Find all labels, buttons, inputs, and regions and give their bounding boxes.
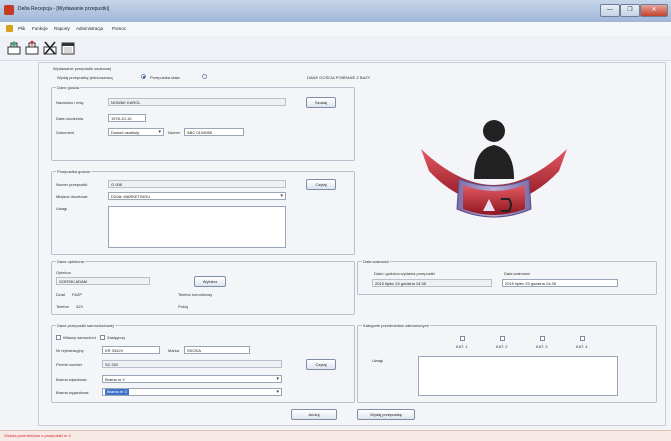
validity-group: Data ważności Data i godzina wydania prz… bbox=[357, 259, 657, 295]
phone-value: 423 bbox=[76, 304, 83, 309]
search-button[interactable]: Szukaj bbox=[306, 97, 336, 108]
menu-raporty[interactable]: Raporty bbox=[54, 26, 70, 31]
host-group-title: Dane opiekuna bbox=[56, 259, 85, 264]
one-time-pass-label: Wydaj przepustkę jednorazową bbox=[57, 75, 113, 80]
dob-field[interactable]: 1976-10-15 bbox=[108, 114, 146, 122]
own-car-checkbox[interactable] bbox=[56, 335, 61, 340]
maximize-button[interactable]: ❐ bbox=[620, 4, 640, 17]
expiry-datetime-field[interactable]: 2015 lipiec 25 godzina 14:35 bbox=[502, 279, 618, 287]
kat2-checkbox[interactable] bbox=[500, 336, 505, 341]
read-pass-button[interactable]: Czytaj bbox=[306, 179, 336, 190]
kat3-label: KAT. 3 bbox=[536, 344, 548, 349]
issue-pass-panel: Wydawanie przepustki osobowej Wydaj prze… bbox=[38, 62, 666, 426]
doc-number-label: Numer bbox=[168, 130, 181, 135]
name-field[interactable]: NOWAK KAROL bbox=[108, 98, 286, 106]
app-menu-icon[interactable] bbox=[6, 25, 13, 32]
doc-number-field[interactable]: ABC 0104065 bbox=[184, 128, 244, 136]
gate-out-selected-value: Brama nr 3 bbox=[105, 389, 129, 395]
status-message: Gościa przeniesiono z przepustki nr 4 bbox=[4, 433, 71, 438]
pass-number-label: Numer przepustki bbox=[56, 182, 88, 187]
categories-notes-textarea[interactable] bbox=[418, 356, 618, 396]
permanent-pass-label: Przepustka stała bbox=[150, 75, 180, 80]
destination-select[interactable]: DZIAŁ MARKETINGU bbox=[108, 192, 286, 200]
status-bar: Gościa przeniesiono z przepustki nr 4 bbox=[0, 430, 671, 441]
menu-bar: Plik Funkcje Raporty Administracja Pomoc bbox=[0, 22, 671, 37]
reg-number-label: Nr rejestracyjny bbox=[56, 348, 84, 353]
app-window: Delta Recepcja - [Wydawanie przepustki] … bbox=[0, 0, 671, 441]
kat4-checkbox[interactable] bbox=[580, 336, 585, 341]
db-note: DANE GOŚCIA POBRANE Z BAZY bbox=[307, 75, 371, 80]
validity-group-title: Data ważności bbox=[362, 259, 391, 264]
toolbar bbox=[0, 36, 671, 61]
destination-label: Miejsce docelowe bbox=[56, 194, 88, 199]
kat1-checkbox[interactable] bbox=[460, 336, 465, 341]
issue-datetime-field[interactable]: 2015 lipiec 24 godzina 14:35 bbox=[372, 279, 492, 287]
vehicle-pass-group: Dane przepustki samochodowej Własny samo… bbox=[51, 323, 355, 403]
guest-pass-group: Przepustka gościa Numer przepustki G 008… bbox=[51, 169, 355, 255]
replacement-car-checkbox[interactable] bbox=[100, 335, 105, 340]
guest-group-title: Dane gościa bbox=[56, 85, 81, 90]
own-car-label: Własny samochód bbox=[63, 335, 96, 340]
title-bar: Delta Recepcja - [Wydawanie przepustki] … bbox=[0, 0, 671, 23]
kat2-label: KAT. 2 bbox=[496, 344, 508, 349]
cancel-button[interactable]: Anuluj bbox=[291, 409, 337, 420]
section-title: Wydawanie przepustki osobowej bbox=[53, 66, 111, 71]
menu-pomoc[interactable]: Pomoc bbox=[112, 26, 126, 31]
window-title: Delta Recepcja - [Wydawanie przepustki] bbox=[18, 6, 110, 12]
categories-group: Kategorie przedmiotów zabronionych KAT. … bbox=[357, 323, 657, 403]
document-select[interactable]: Dowód osobisty bbox=[108, 128, 164, 136]
pass-group-title: Przepustka gościa bbox=[56, 169, 91, 174]
pass-notes-textarea[interactable] bbox=[108, 206, 286, 248]
room-label: Pokój bbox=[178, 304, 189, 309]
permanent-pass-radio[interactable] bbox=[202, 74, 207, 79]
dob-label: Data urodzenia bbox=[56, 116, 84, 121]
gate-out-select[interactable]: Brama nr 3 bbox=[102, 388, 282, 396]
close-button[interactable]: ✕ bbox=[640, 4, 668, 17]
carer-field[interactable]: GORSKI ADAM bbox=[56, 277, 150, 285]
kat4-label: KAT. 4 bbox=[576, 344, 588, 349]
host-data-group: Dane opiekuna Opiekun GORSKI ADAM Wybier… bbox=[51, 259, 355, 315]
sign-out-icon[interactable] bbox=[24, 40, 40, 56]
calendar-icon[interactable] bbox=[60, 40, 76, 56]
menu-administracja[interactable]: Administracja bbox=[76, 26, 103, 31]
gate-out-label: Brama wyjazdowa bbox=[56, 390, 89, 395]
one-time-pass-radio[interactable] bbox=[141, 74, 146, 79]
gate-in-select[interactable]: Brama nr 2 bbox=[102, 375, 282, 383]
expiry-label: Data ważności bbox=[504, 271, 531, 276]
vehicle-group-title: Dane przepustki samochodowej bbox=[56, 323, 115, 328]
choose-carer-button[interactable]: Wybierz bbox=[194, 276, 226, 287]
permit-label: Permit number bbox=[56, 362, 83, 367]
delete-icon[interactable] bbox=[42, 40, 58, 56]
minimize-button[interactable]: — bbox=[600, 4, 620, 17]
menu-plik[interactable]: Plik bbox=[18, 26, 25, 31]
brand-field[interactable]: SKODA bbox=[184, 346, 250, 354]
gate-in-label: Brama wjazdowa bbox=[56, 377, 87, 382]
name-label: Nazwisko i imię bbox=[56, 100, 84, 105]
read-permit-button[interactable]: Czytaj bbox=[306, 359, 336, 370]
guest-data-group: Dane gościa Nazwisko i imię NOWAK KAROL … bbox=[51, 85, 355, 161]
dept-value: FAZP bbox=[72, 292, 83, 297]
sign-in-icon[interactable] bbox=[6, 40, 22, 56]
document-label: Dokument bbox=[56, 130, 75, 135]
categories-notes-label: Uwagi bbox=[372, 358, 384, 363]
kat1-label: KAT. 1 bbox=[456, 344, 468, 349]
reg-number-field[interactable]: KR 3342V bbox=[102, 346, 160, 354]
phone-label: Telefon bbox=[56, 304, 69, 309]
issue-pass-button[interactable]: Wydaj przepustkę bbox=[357, 409, 415, 420]
permit-field[interactable]: SC 002 bbox=[102, 360, 282, 368]
menu-funkcje[interactable]: Funkcje bbox=[32, 26, 48, 31]
app-logo-icon bbox=[4, 5, 14, 15]
guest-photo-placeholder bbox=[421, 120, 567, 218]
issue-datetime-label: Data i godzina wydania przepustki bbox=[374, 271, 435, 276]
mobile-label: Telefon komórkowy bbox=[178, 292, 213, 297]
pass-number-field[interactable]: G 008 bbox=[108, 180, 286, 188]
categories-group-title: Kategorie przedmiotów zabronionych bbox=[362, 323, 430, 328]
dept-label: Dział bbox=[56, 292, 65, 297]
brand-label: Marka bbox=[168, 348, 180, 353]
pass-notes-label: Uwagi bbox=[56, 206, 68, 211]
replacement-car-label: Zastępczy bbox=[107, 335, 126, 340]
carer-label: Opiekun bbox=[56, 270, 71, 275]
kat3-checkbox[interactable] bbox=[540, 336, 545, 341]
